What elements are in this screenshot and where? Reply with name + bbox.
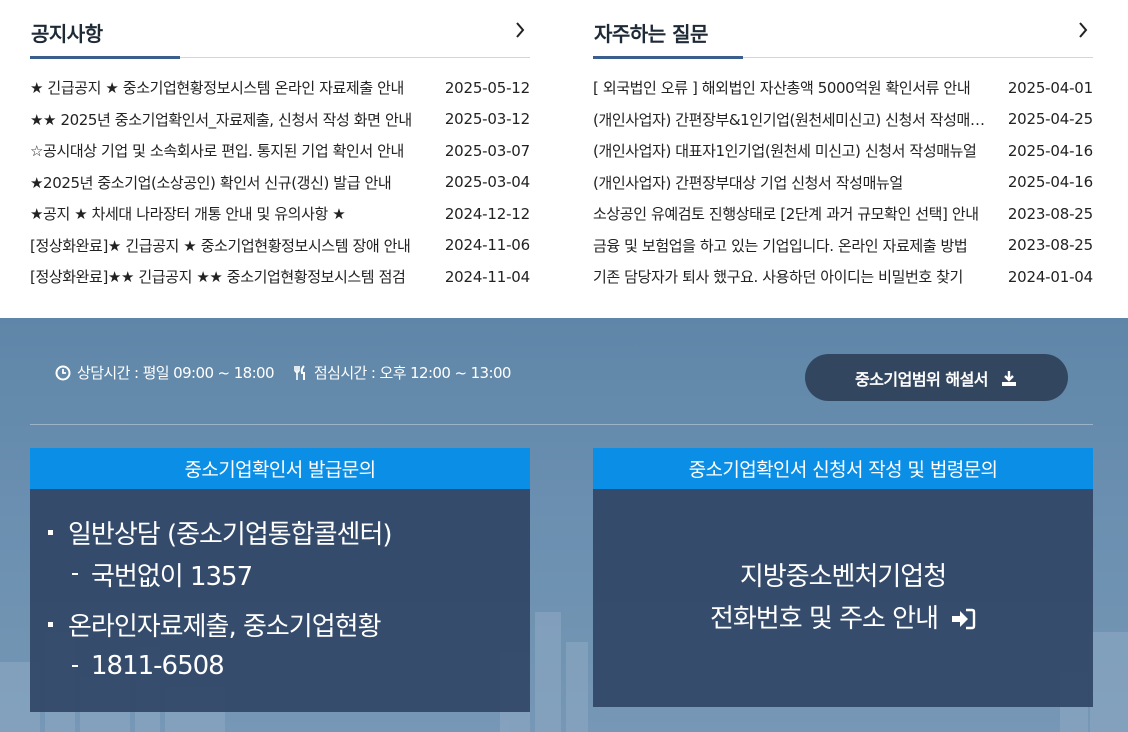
notice-board: 공지사항 ★ 긴급공지 ★ 중소기업현황정보시스템 온라인 자료제출 안내 202… (30, 14, 530, 293)
board-section: 공지사항 ★ 긴급공지 ★ 중소기업현황정보시스템 온라인 자료제출 안내 202… (0, 0, 1128, 318)
online-submit-number: 1811-6508 (48, 645, 530, 687)
notice-row[interactable]: ★★ 2025년 중소기업확인서_자료제출, 신청서 작성 화면 안내 2025-… (30, 104, 530, 136)
scope-guide-download-button[interactable]: 중소기업범위 해설서 (805, 354, 1068, 401)
contact-band: 상담시간 : 평일 09:00 ~ 18:00 점심시간 : 오후 12:00 … (0, 318, 1128, 732)
band-divider (30, 424, 1093, 425)
notice-header: 공지사항 (30, 14, 530, 59)
dash-icon (72, 665, 78, 667)
notice-row[interactable]: ★2025년 중소기업(소상공인) 확인서 신규(갱신) 발급 안내 2025-0… (30, 167, 530, 199)
online-submit-label: 온라인자료제출, 중소기업현황 (68, 611, 381, 642)
dash-icon (72, 573, 78, 575)
hours-info: 상담시간 : 평일 09:00 ~ 18:00 점심시간 : 오후 12:00 … (55, 362, 529, 383)
faq-row-title: 금융 및 보험업을 하고 있는 기업입니다. 온라인 자료제출 방법 (593, 236, 968, 255)
faq-row-title: [ 외국법인 오류 ] 해외법인 자산총액 5000억원 확인서류 안내 (593, 79, 971, 98)
sign-in-arrow-icon (952, 608, 976, 630)
notice-row-title: ★2025년 중소기업(소상공인) 확인서 신규(갱신) 발급 안내 (30, 173, 392, 192)
faq-row[interactable]: [ 외국법인 오류 ] 해외법인 자산총액 5000억원 확인서류 안내 2025… (593, 72, 1093, 104)
clock-icon (55, 365, 71, 380)
contact-address-link[interactable]: 전화번호 및 주소 안내 (710, 598, 976, 640)
guide-button-label: 중소기업범위 해설서 (854, 369, 989, 389)
notice-row-date: 2025-05-12 (444, 78, 530, 97)
faq-row-title: 기존 담당자가 퇴사 했구요. 사용하던 아이디는 비밀번호 찾기 (593, 268, 963, 287)
consult-hours-text: 상담시간 : 평일 09:00 ~ 18:00 (77, 364, 275, 382)
law-inquiry-card: 중소기업확인서 신청서 작성 및 법령문의 지방중소벤처기업청 전화번호 및 주… (593, 448, 1093, 707)
notice-row-title: ★★ 2025년 중소기업확인서_자료제출, 신청서 작성 화면 안내 (30, 110, 412, 129)
online-submit-number-text: 1811-6508 (91, 651, 225, 681)
notice-row-title: [정상화완료]★★ 긴급공지 ★★ 중소기업현황정보시스템 점검 (30, 268, 406, 287)
notice-row[interactable]: [정상화완료]★★ 긴급공지 ★★ 중소기업현황정보시스템 점검 2024-11-… (30, 261, 530, 293)
faq-row[interactable]: 기존 담당자가 퇴사 했구요. 사용하던 아이디는 비밀번호 찾기 2024-01… (593, 261, 1093, 293)
bullet-icon (48, 621, 53, 627)
notice-row-title: [정상화완료]★ 긴급공지 ★ 중소기업현황정보시스템 장애 안내 (30, 236, 411, 255)
notice-row[interactable]: ★ 긴급공지 ★ 중소기업현황정보시스템 온라인 자료제출 안내 2025-05-… (30, 72, 530, 104)
notice-more-chevron-right-icon[interactable] (512, 20, 528, 40)
faq-row[interactable]: (개인사업자) 대표자1인기업(원천세 미신고) 신청서 작성매뉴얼 2025-0… (593, 135, 1093, 167)
contact-address-text: 전화번호 및 주소 안내 (709, 604, 939, 634)
faq-title: 자주하는 질문 (594, 22, 708, 46)
notice-title: 공지사항 (31, 22, 103, 46)
notice-row[interactable]: [정상화완료]★ 긴급공지 ★ 중소기업현황정보시스템 장애 안내 2024-11… (30, 230, 530, 262)
notice-title-underline (30, 56, 180, 59)
issue-inquiry-body: 일반상담 (중소기업통합콜센터) 국번없이 1357 온라인자료제출, 중소기업… (30, 489, 530, 712)
faq-list: [ 외국법인 오류 ] 해외법인 자산총액 5000억원 확인서류 안내 2025… (593, 72, 1093, 293)
faq-row-title: (개인사업자) 대표자1인기업(원천세 미신고) 신청서 작성매뉴얼 (593, 142, 977, 161)
notice-row[interactable]: ★공지 ★ 차세대 나라장터 개통 안내 및 유의사항 ★ 2024-12-12 (30, 198, 530, 230)
faq-title-underline (593, 56, 743, 59)
notice-row-title: ★공지 ★ 차세대 나라장터 개통 안내 및 유의사항 ★ (30, 205, 346, 224)
notice-row-date: 2024-11-06 (444, 236, 530, 255)
faq-row-date: 2025-04-01 (1007, 78, 1093, 97)
notice-row-title: ★ 긴급공지 ★ 중소기업현황정보시스템 온라인 자료제출 안내 (30, 79, 404, 98)
general-consult-item: 일반상담 (중소기업통합콜센터) (48, 511, 530, 553)
regional-office-label: 지방중소벤처기업청 (739, 562, 947, 592)
faq-row-title: (개인사업자) 간편장부대상 기업 신청서 작성매뉴얼 (593, 173, 903, 192)
lunch-hours-text: 점심시간 : 오후 12:00 ~ 13:00 (313, 364, 512, 382)
notice-row-date: 2025-03-04 (444, 173, 530, 192)
issue-inquiry-card: 중소기업확인서 발급문의 일반상담 (중소기업통합콜센터) 국번없이 1357 … (30, 448, 530, 712)
faq-row-date: 2025-04-16 (1007, 141, 1093, 160)
faq-row-date: 2025-04-25 (1007, 110, 1093, 129)
lunch-hours: 점심시간 : 오후 12:00 ~ 13:00 (292, 362, 511, 383)
consult-hours: 상담시간 : 평일 09:00 ~ 18:00 (55, 362, 275, 383)
download-icon (1002, 370, 1017, 386)
faq-row[interactable]: (개인사업자) 간편장부대상 기업 신청서 작성매뉴얼 2025-04-16 (593, 167, 1093, 199)
notice-row-date: 2024-12-12 (444, 204, 530, 223)
notice-row-date: 2025-03-07 (444, 141, 530, 160)
notice-row[interactable]: ☆공시대상 기업 및 소속회사로 편입. 통지된 기업 확인서 안내 2025-0… (30, 135, 530, 167)
faq-row-date: 2024-01-04 (1007, 267, 1093, 286)
law-inquiry-title: 중소기업확인서 신청서 작성 및 법령문의 (593, 448, 1093, 489)
faq-row[interactable]: 소상공인 유예검토 진행상태로 [2단계 과거 규모확인 선택] 안내 2023-… (593, 198, 1093, 230)
faq-row-date: 2025-04-16 (1007, 173, 1093, 192)
faq-row-title: 소상공인 유예검토 진행상태로 [2단계 과거 규모확인 선택] 안내 (593, 205, 979, 224)
issue-inquiry-title: 중소기업확인서 발급문의 (30, 448, 530, 489)
faq-row[interactable]: 금융 및 보험업을 하고 있는 기업입니다. 온라인 자료제출 방법 2023-0… (593, 230, 1093, 262)
faq-row-date: 2023-08-25 (1007, 204, 1093, 223)
notice-row-date: 2024-11-04 (444, 267, 530, 286)
notice-list: ★ 긴급공지 ★ 중소기업현황정보시스템 온라인 자료제출 안내 2025-05-… (30, 72, 530, 293)
general-consult-number: 국번없이 1357 (48, 553, 530, 595)
faq-row-title: (개인사업자) 간편장부&1인기업(원천세미신고) 신청서 작성매뉴얼 (593, 110, 997, 129)
faq-more-chevron-right-icon[interactable] (1075, 20, 1091, 40)
notice-row-date: 2025-03-12 (444, 110, 530, 129)
general-consult-number-text: 국번없이 1357 (91, 561, 253, 592)
general-consult-label: 일반상담 (중소기업통합콜센터) (68, 519, 393, 550)
bullet-icon (48, 529, 53, 535)
faq-row-date: 2023-08-25 (1007, 236, 1093, 255)
notice-row-title: ☆공시대상 기업 및 소속회사로 편입. 통지된 기업 확인서 안내 (30, 142, 404, 161)
law-inquiry-body: 지방중소벤처기업청 전화번호 및 주소 안내 (593, 489, 1093, 707)
fork-knife-icon (294, 364, 305, 380)
online-submit-item: 온라인자료제출, 중소기업현황 (48, 603, 530, 645)
faq-header: 자주하는 질문 (593, 14, 1093, 59)
faq-board: 자주하는 질문 [ 외국법인 오류 ] 해외법인 자산총액 5000억원 확인서… (593, 14, 1093, 293)
faq-row[interactable]: (개인사업자) 간편장부&1인기업(원천세미신고) 신청서 작성매뉴얼 2025-… (593, 104, 1093, 136)
